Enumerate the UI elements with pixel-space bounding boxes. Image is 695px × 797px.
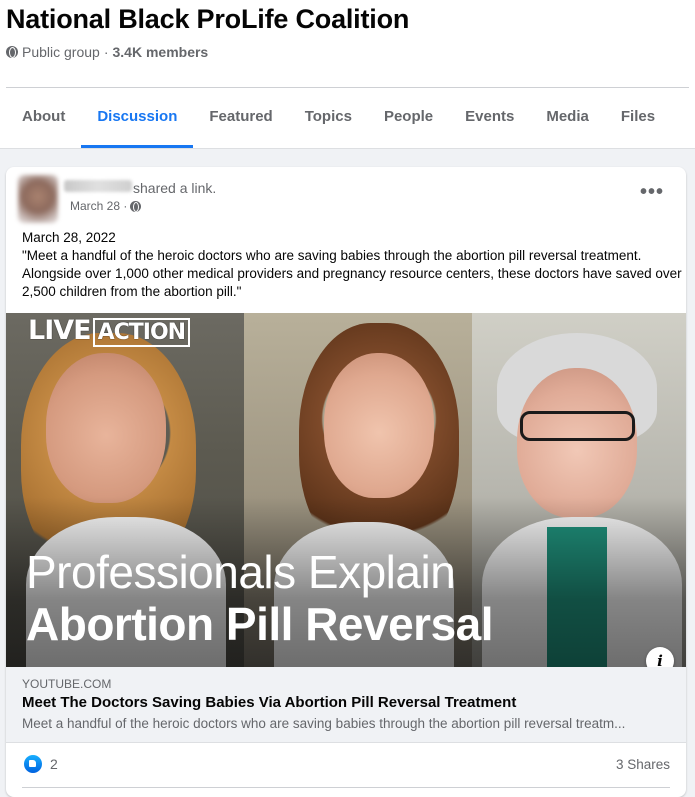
like-icon[interactable] bbox=[24, 755, 42, 773]
globe-icon bbox=[6, 46, 18, 58]
post-body: March 28, 2022 "Meet a handful of the he… bbox=[22, 229, 682, 301]
link-title[interactable]: Meet The Doctors Saving Babies Via Abort… bbox=[22, 694, 516, 711]
feed-post: shared a link. March 28 · ••• March 28, … bbox=[6, 167, 686, 797]
tab-about[interactable]: About bbox=[6, 88, 81, 148]
post-body-text: "Meet a handful of the heroic doctors wh… bbox=[22, 248, 682, 299]
tab-events[interactable]: Events bbox=[449, 88, 530, 148]
group-title[interactable]: National Black ProLife Coalition bbox=[6, 4, 409, 35]
tab-featured[interactable]: Featured bbox=[193, 88, 288, 148]
group-meta: Public group · 3.4K members bbox=[6, 44, 208, 60]
post-timestamp: March 28 · bbox=[70, 199, 142, 213]
author-name-redacted[interactable] bbox=[64, 180, 132, 192]
tab-files[interactable]: Files bbox=[605, 88, 671, 148]
link-preview-info[interactable]: YOUTUBE.COM Meet The Doctors Saving Babi… bbox=[6, 667, 686, 743]
video-headline-line1: Professionals Explain bbox=[26, 546, 456, 598]
globe-icon bbox=[130, 200, 142, 212]
shares-count[interactable]: 3 Shares bbox=[616, 757, 670, 772]
video-headline-line2: Abortion Pill Reversal bbox=[26, 598, 494, 650]
group-members[interactable]: 3.4K members bbox=[113, 44, 209, 60]
tab-media[interactable]: Media bbox=[530, 88, 605, 148]
live-action-logo: LIVE ACTION bbox=[28, 315, 191, 347]
group-header: National Black ProLife Coalition Public … bbox=[0, 0, 695, 149]
info-icon[interactable]: i bbox=[646, 647, 674, 667]
post-body-date: March 28, 2022 bbox=[22, 230, 116, 245]
reactions-bar: 2 3 Shares bbox=[6, 745, 686, 789]
link-description: Meet a handful of the heroic doctors who… bbox=[22, 716, 626, 731]
link-domain: YOUTUBE.COM bbox=[22, 677, 112, 691]
meta-separator: · bbox=[103, 44, 109, 60]
link-preview-image[interactable]: LIVE ACTION Professionals Explain Abortio… bbox=[6, 313, 686, 667]
group-tabs: About Discussion Featured Topics People … bbox=[6, 88, 689, 148]
post-action: shared a link. bbox=[133, 180, 217, 196]
like-count[interactable]: 2 bbox=[50, 756, 58, 772]
tab-topics[interactable]: Topics bbox=[289, 88, 368, 148]
avatar[interactable] bbox=[18, 175, 58, 223]
tab-people[interactable]: People bbox=[368, 88, 449, 148]
tab-discussion[interactable]: Discussion bbox=[81, 88, 194, 148]
group-privacy: Public group bbox=[22, 44, 100, 60]
more-options-icon[interactable]: ••• bbox=[640, 182, 664, 202]
post-date[interactable]: March 28 · bbox=[70, 199, 127, 213]
